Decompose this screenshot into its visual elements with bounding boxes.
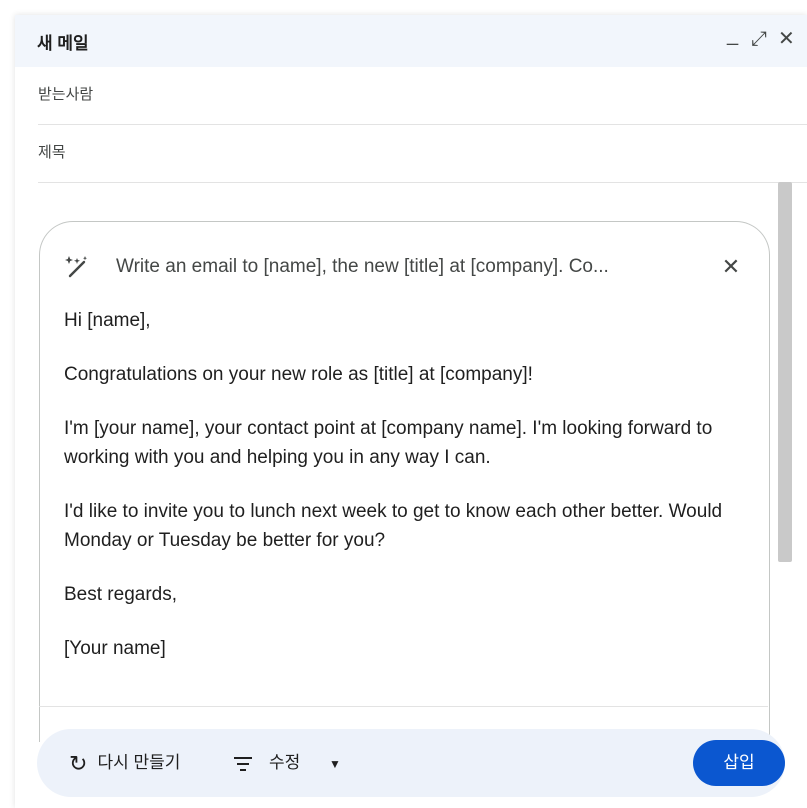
refine-button[interactable]: 수정 ▼ (233, 729, 341, 797)
compose-window: 새 메일 _ ⤢ ✕ 받는사람 제목 Write an email to [na… (15, 15, 807, 808)
draft-paragraph: Hi [name], (64, 310, 151, 331)
magic-wand-icon (65, 256, 87, 278)
help-me-write-panel: Write an email to [name], the new [title… (39, 221, 770, 742)
compose-title: 새 메일 (37, 34, 89, 53)
regenerate-label: 다시 만들기 (97, 753, 181, 772)
divider (39, 706, 768, 707)
compose-title-bar[interactable]: 새 메일 _ ⤢ ✕ (15, 15, 807, 67)
recipient-label: 받는사람 (38, 86, 94, 103)
draft-paragraph: I'm [your name], your contact point at [… (64, 418, 713, 468)
subject-input[interactable] (108, 137, 792, 169)
recipient-field: 받는사람 (38, 67, 807, 125)
subject-label: 제목 (38, 144, 66, 161)
refresh-icon: ↻ (69, 750, 88, 776)
recipient-input[interactable] (108, 79, 792, 111)
ai-toolbar: ↻ 다시 만들기 수정 ▼ 삽입 (37, 729, 785, 797)
draft-paragraph: Best regards, (64, 584, 177, 605)
draft-paragraph: I'd like to invite you to lunch next wee… (64, 501, 723, 551)
draft-text: Hi [name], Congratulations on your new r… (64, 306, 754, 688)
filter-lines-icon (234, 756, 252, 771)
close-panel-icon[interactable]: ✕ (716, 252, 746, 282)
draft-paragraph: [Your name] (64, 638, 166, 659)
body-scrollbar[interactable] (778, 182, 792, 562)
minimize-icon[interactable]: _ (727, 21, 738, 49)
draft-paragraph: Congratulations on your new role as [tit… (64, 364, 533, 385)
close-icon[interactable]: ✕ (778, 25, 795, 53)
prompt-text[interactable]: Write an email to [name], the new [title… (116, 256, 609, 278)
insert-button[interactable]: 삽입 (693, 740, 785, 786)
caret-down-icon[interactable]: ▼ (329, 757, 341, 771)
refine-label: 수정 (269, 753, 301, 772)
prompt-row: Write an email to [name], the new [title… (64, 252, 744, 282)
regenerate-button[interactable]: ↻ 다시 만들기 (69, 729, 180, 797)
subject-field: 제목 (38, 125, 807, 183)
expand-icon[interactable]: ⤢ (751, 25, 767, 53)
